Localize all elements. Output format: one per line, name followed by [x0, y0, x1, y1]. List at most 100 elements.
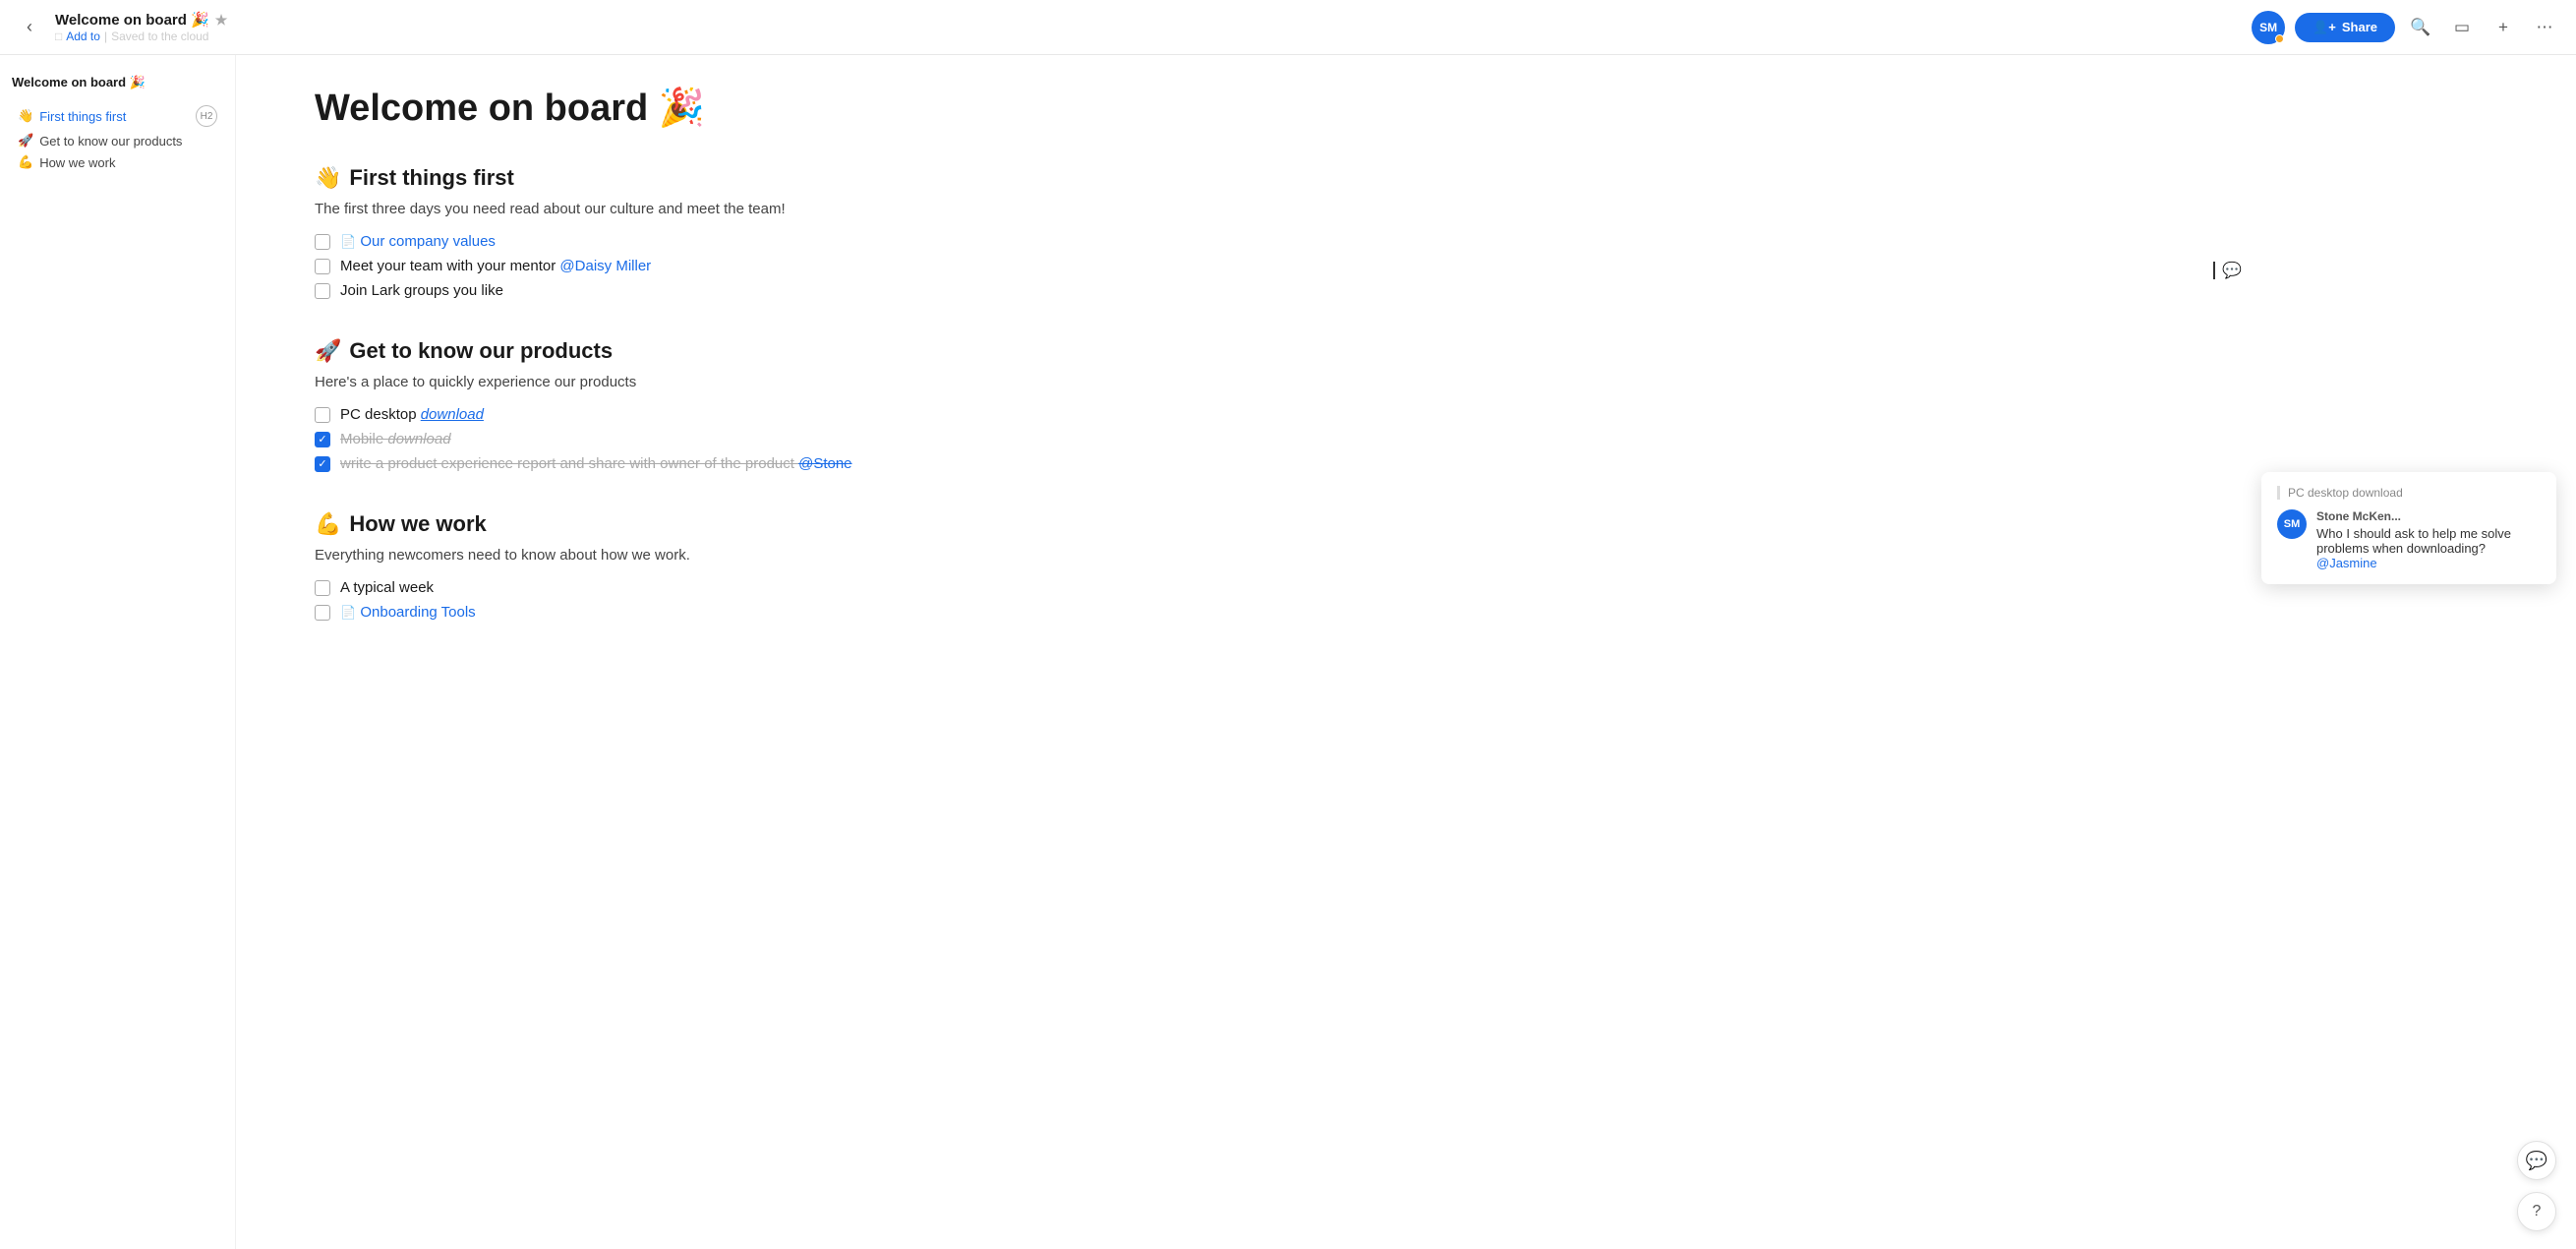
- comment-mention: @Jasmine: [2316, 556, 2377, 570]
- checklist-text-2-1: PC desktop download: [340, 406, 484, 423]
- float-chat-button[interactable]: 💬: [2517, 1141, 2556, 1180]
- checklist-item: 📄 Onboarding Tools: [315, 600, 1003, 624]
- checklist-2: PC desktop download ✓ Mobile download ✓ …: [315, 402, 1003, 476]
- section-desc-1: The first three days you need read about…: [315, 201, 1003, 217]
- cursor-bar: [2213, 262, 2215, 279]
- section-emoji-2: 🚀: [315, 338, 341, 364]
- main-content: Welcome on board 🎉 👋 First things first …: [236, 55, 1082, 1249]
- mobile-download-link: download: [387, 431, 450, 447]
- checklist-text-1-3: Join Lark groups you like: [340, 282, 503, 299]
- sidebar-item-products[interactable]: 🚀 Get to know our products: [12, 130, 223, 151]
- search-button[interactable]: 🔍: [2405, 12, 2436, 43]
- pc-download-link[interactable]: download: [421, 406, 484, 423]
- checklist-item: Meet your team with your mentor @Daisy M…: [315, 254, 1003, 278]
- sidebar-emoji-3: 💪: [18, 154, 33, 170]
- sidebar-doc-title: Welcome on board 🎉: [12, 75, 223, 90]
- main-layout: Welcome on board 🎉 👋 First things first …: [0, 0, 2576, 1249]
- checkbox-2-1[interactable]: [315, 407, 330, 423]
- mention-stone: @Stone: [798, 455, 851, 472]
- section-first-things: 👋 First things first The first three day…: [315, 165, 1003, 303]
- checkbox-2-2[interactable]: ✓: [315, 432, 330, 447]
- share-person-icon: 👤+: [2313, 20, 2336, 35]
- section-title-1: First things first: [349, 165, 513, 191]
- section-title-3: How we work: [349, 511, 486, 537]
- present-button[interactable]: ▭: [2446, 12, 2478, 43]
- section-heading-1: 👋 First things first: [315, 165, 1003, 191]
- star-icon[interactable]: ★: [215, 12, 228, 29]
- sidebar-emoji-2: 🚀: [18, 133, 33, 149]
- topbar-left: ‹ Welcome on board 🎉 ★ □ Add to | Saved …: [16, 11, 227, 43]
- sidebar-label-1: First things first: [39, 109, 126, 124]
- avatar: SM: [2252, 11, 2285, 44]
- comment-icon-small: 💬: [2222, 261, 2242, 280]
- section-heading-2: 🚀 Get to know our products: [315, 338, 1003, 364]
- checklist-3: A typical week 📄 Onboarding Tools: [315, 575, 1003, 624]
- checklist-item: ✓ write a product experience report and …: [315, 451, 1003, 476]
- checklist-text-3-1: A typical week: [340, 579, 434, 596]
- checkbox-1-3[interactable]: [315, 283, 330, 299]
- section-heading-3: 💪 How we work: [315, 511, 1003, 537]
- section-products: 🚀 Get to know our products Here's a plac…: [315, 338, 1003, 476]
- checklist-item: PC desktop download: [315, 402, 1003, 427]
- back-button[interactable]: ‹: [16, 14, 43, 41]
- comment-cursor-indicator: 💬: [2213, 261, 2242, 280]
- share-button[interactable]: 👤+ Share: [2295, 13, 2395, 42]
- comment-author: Stone McKen...: [2316, 509, 2541, 523]
- checklist-item: Join Lark groups you like: [315, 278, 1003, 303]
- checklist-item: ✓ Mobile download: [315, 427, 1003, 451]
- float-help-button[interactable]: ?: [2517, 1192, 2556, 1231]
- comment-content: Stone McKen... Who I should ask to help …: [2316, 509, 2541, 570]
- section-desc-2: Here's a place to quickly experience our…: [315, 374, 1003, 390]
- checkbox-2-3[interactable]: ✓: [315, 456, 330, 472]
- share-label: Share: [2342, 20, 2377, 34]
- avatar-status-dot: [2275, 34, 2284, 43]
- sidebar-label-2: Get to know our products: [39, 134, 182, 149]
- doc-title-main: Welcome on board 🎉 ★: [55, 11, 227, 29]
- checklist-item: A typical week: [315, 575, 1003, 600]
- comment-text: Who I should ask to help me solve proble…: [2316, 526, 2511, 556]
- mention-daisy: @Daisy Miller: [559, 258, 651, 274]
- section-desc-3: Everything newcomers need to know about …: [315, 547, 1003, 564]
- checklist-text-1-1: 📄 Our company values: [340, 233, 496, 250]
- comment-popup-header: PC desktop download: [2277, 486, 2541, 500]
- comment-avatar: SM: [2277, 509, 2307, 539]
- h2-badge: H2: [196, 105, 217, 127]
- checklist-1: 📄 Our company values Meet your team with…: [315, 229, 1003, 303]
- checklist-text-2-2: Mobile download: [340, 431, 451, 447]
- sidebar-emoji-1: 👋: [18, 108, 33, 124]
- doc-folder-icon: □: [55, 30, 62, 43]
- add-button[interactable]: +: [2488, 12, 2519, 43]
- sidebar-item-first-things[interactable]: 👋 First things first H2: [12, 102, 223, 130]
- checkbox-1-1[interactable]: [315, 234, 330, 250]
- more-button[interactable]: ⋯: [2529, 12, 2560, 43]
- section-how-we-work: 💪 How we work Everything newcomers need …: [315, 511, 1003, 624]
- onboarding-tools-link[interactable]: Onboarding Tools: [360, 604, 475, 621]
- topbar: ‹ Welcome on board 🎉 ★ □ Add to | Saved …: [0, 0, 2576, 55]
- checklist-text-2-3: write a product experience report and sh…: [340, 455, 852, 472]
- doc-icon: 📄: [340, 234, 356, 249]
- sidebar: Welcome on board 🎉 👋 First things first …: [0, 55, 236, 1249]
- doc-title-text: Welcome on board 🎉: [55, 11, 209, 29]
- checklist-item: 📄 Our company values: [315, 229, 1003, 254]
- section-emoji-3: 💪: [315, 511, 341, 537]
- section-emoji-1: 👋: [315, 165, 341, 191]
- sidebar-label-3: How we work: [39, 155, 115, 170]
- checkbox-1-2[interactable]: [315, 259, 330, 274]
- avatar-initials: SM: [2259, 21, 2277, 34]
- doc-title-sub: □ Add to | Saved to the cloud: [55, 30, 227, 43]
- checkbox-3-2[interactable]: [315, 605, 330, 621]
- comment-body: SM Stone McKen... Who I should ask to he…: [2277, 509, 2541, 570]
- topbar-right: SM 👤+ Share 🔍 ▭ + ⋯: [2252, 11, 2560, 44]
- checklist-text-1-2: Meet your team with your mentor @Daisy M…: [340, 258, 651, 274]
- company-values-link[interactable]: Our company values: [360, 233, 496, 250]
- page-title: Welcome on board 🎉: [315, 87, 1003, 130]
- doc-icon-2: 📄: [340, 605, 356, 620]
- checklist-text-3-2: 📄 Onboarding Tools: [340, 604, 476, 621]
- comment-popup: PC desktop download SM Stone McKen... Wh…: [2261, 472, 2556, 584]
- sidebar-item-how-we-work[interactable]: 💪 How we work: [12, 151, 223, 173]
- checkbox-3-1[interactable]: [315, 580, 330, 596]
- saved-status: Saved to the cloud: [111, 30, 208, 43]
- right-panel: [1082, 55, 1396, 1249]
- add-to-link[interactable]: Add to: [66, 30, 100, 43]
- section-title-2: Get to know our products: [349, 338, 613, 364]
